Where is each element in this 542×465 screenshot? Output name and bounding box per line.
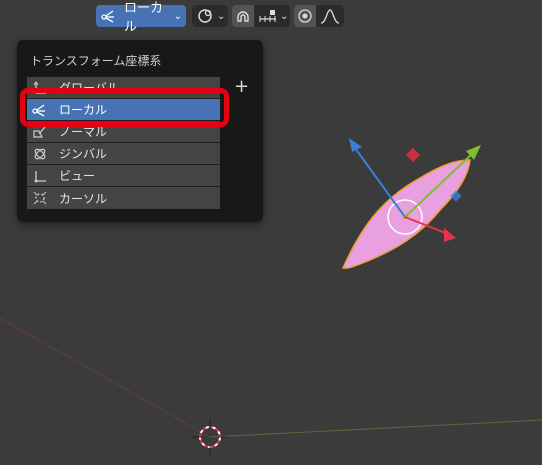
cursor-orientation-icon xyxy=(29,191,51,205)
snap-increment-icon[interactable] xyxy=(258,9,278,23)
gimbal-orientation-icon xyxy=(29,147,51,161)
red-highlight-annotation xyxy=(20,88,229,127)
orientation-item-view[interactable]: ビュー xyxy=(27,165,220,187)
orientation-label: ローカル xyxy=(124,1,164,35)
gizmo-z-axis xyxy=(354,147,406,218)
view-orientation-icon xyxy=(29,169,51,183)
chevron-down-icon[interactable]: ⌄ xyxy=(280,11,288,22)
proportional-edit-icon xyxy=(298,9,312,23)
gizmo-x-arrow xyxy=(444,228,456,242)
local-orientation-icon xyxy=(100,9,118,23)
gizmo-plane-handle xyxy=(405,147,421,163)
orientation-item-label: ジンバル xyxy=(59,147,108,161)
menu-title: トランスフォーム座標系 xyxy=(30,54,162,68)
chevron-down-icon: ⌄ xyxy=(173,10,182,22)
snap-magnet-icon xyxy=(235,8,251,24)
proportional-edit-toggle[interactable] xyxy=(294,5,316,27)
transform-orientation-menu: トランスフォーム座標系 + グローバル ローカル ノーマル ジンバル ビュー カ… xyxy=(17,40,263,222)
viewport-header: ローカル ⌄ ⌄ ⌄ xyxy=(0,0,542,35)
x-axis-line xyxy=(0,317,211,438)
gizmo-z-arrow xyxy=(349,138,362,152)
snapping-controls: ⌄ xyxy=(232,5,290,27)
orientation-item-label: ビュー xyxy=(59,169,96,183)
leaf-object xyxy=(341,159,471,269)
y-axis-line xyxy=(209,419,542,438)
falloff-curve-icon[interactable] xyxy=(320,8,340,24)
orientation-item-gimbal[interactable]: ジンバル xyxy=(27,143,220,165)
orientation-item-label: カーソル xyxy=(59,191,108,206)
add-orientation-button[interactable]: + xyxy=(234,76,249,97)
transform-orientation-dropdown[interactable]: ローカル ⌄ xyxy=(96,1,186,35)
pivot-point-dropdown[interactable]: ⌄ xyxy=(192,5,228,27)
proportional-edit-controls xyxy=(294,5,344,27)
pivot-point-icon xyxy=(197,8,215,24)
orientation-item-cursor[interactable]: カーソル xyxy=(27,187,220,209)
snap-toggle[interactable] xyxy=(232,5,254,27)
chevron-down-icon: ⌄ xyxy=(217,10,226,22)
